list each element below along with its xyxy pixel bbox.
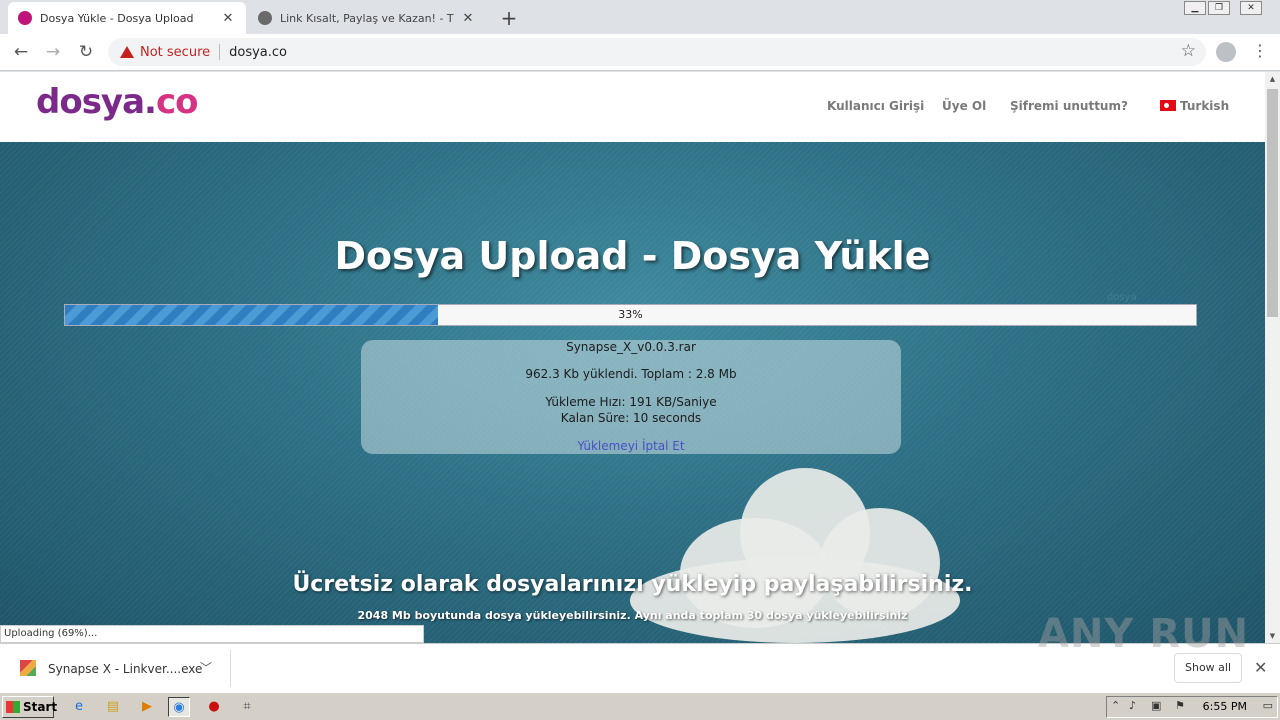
status-bubble: Uploading (69%)... [0, 625, 424, 643]
minimize-button[interactable]: ▁ [1184, 1, 1206, 15]
warning-icon [120, 46, 134, 58]
address-bar[interactable]: Not secure dosya.co ☆ [108, 38, 1206, 66]
upload-time-remaining: Kalan Süre: 10 seconds [560, 411, 702, 425]
chrome-icon[interactable]: ◉ [168, 697, 190, 717]
omnibox-divider [219, 44, 221, 60]
start-label: Start [23, 700, 58, 714]
show-all-button[interactable]: Show all [1174, 653, 1242, 683]
upload-speed: Yükleme Hızı: 191 KB/Saniye [545, 395, 717, 409]
corner-prefix: dosya [1107, 292, 1137, 303]
close-shelf-icon[interactable]: ✕ [1254, 658, 1267, 677]
site-logo[interactable]: dosya.co [36, 82, 199, 122]
globe-icon [258, 11, 272, 25]
forward-arrow-icon[interactable]: → [42, 41, 64, 63]
nav-forgot-password-link[interactable]: Şifremi unuttum? [1010, 99, 1128, 113]
scroll-up-icon[interactable]: ▲ [1265, 72, 1280, 86]
taskbar: Start e ▤ ▶ ◉ ● ⌗ ⌃ ♪ ▣ ⚑ 6:55 PM ▭ [0, 692, 1280, 720]
cancel-upload-link[interactable]: Yüklemeyi İptal Et [577, 439, 684, 453]
bookmark-star-icon[interactable]: ☆ [1181, 41, 1196, 61]
site-header: dosya.co Kullanıcı Girişi Üye Ol Şifremi… [0, 72, 1265, 142]
corner-link[interactable]: ............ [1140, 292, 1178, 303]
show-desktop-icon[interactable]: ▭ [1263, 699, 1273, 712]
tray-expand-icon[interactable]: ⌃ [1111, 699, 1120, 712]
upload-info-box: Synapse_X_v0.0.3.rar 962.3 Kb yüklendi. … [361, 340, 901, 454]
progress-percent: 33% [618, 308, 643, 321]
tab-dosya[interactable]: Dosya Yükle - Dosya Upload ✕ [8, 2, 246, 34]
nav-login-link[interactable]: Kullanıcı Girişi [827, 99, 924, 113]
language-selector[interactable]: Turkish [1160, 99, 1229, 113]
system-tray: ⌃ ♪ ▣ ⚑ 6:55 PM ▭ [1106, 696, 1278, 718]
turkey-flag-icon [1160, 100, 1176, 111]
profile-avatar-icon[interactable] [1216, 42, 1236, 62]
download-item-name[interactable]: Synapse X - Linkver....exe [48, 662, 202, 676]
hero-section: Dosya Upload - Dosya Yükle dosya .......… [0, 142, 1265, 643]
shelf-divider [230, 650, 231, 687]
start-button[interactable]: Start [2, 696, 58, 718]
language-label: Turkish [1180, 99, 1230, 113]
tab-title: Dosya Yükle - Dosya Upload [40, 11, 194, 25]
network-icon[interactable]: ▣ [1151, 699, 1161, 712]
security-label[interactable]: Not secure [140, 45, 210, 60]
explorer-folder-icon[interactable]: ▤ [102, 697, 124, 717]
page-scrollbar[interactable]: ▲ ▼ [1265, 72, 1280, 643]
download-shelf: ANY RUN Synapse X - Linkver....exe ﹀ Sho… [0, 611, 1280, 692]
logo-text: dosya. [36, 82, 157, 122]
nav-register-link[interactable]: Üye Ol [942, 99, 986, 113]
flag-icon[interactable]: ⚑ [1175, 699, 1185, 712]
page-content: dosya.co Kullanıcı Girişi Üye Ol Şifremi… [0, 72, 1265, 643]
scroll-down-icon[interactable]: ▼ [1265, 629, 1280, 643]
scroll-thumb[interactable] [1267, 89, 1278, 317]
reload-icon[interactable]: ↻ [75, 41, 97, 63]
close-window-button[interactable]: ✕ [1240, 1, 1262, 15]
url-text[interactable]: dosya.co [229, 45, 287, 60]
upload-filename: Synapse_X_v0.0.3.rar [566, 340, 696, 354]
app-icon[interactable]: ⌗ [236, 697, 258, 717]
volume-icon[interactable]: ♪ [1129, 699, 1136, 712]
chevron-down-icon[interactable]: ﹀ [200, 659, 212, 676]
ie-icon[interactable]: e [68, 697, 90, 717]
tab-strip: Dosya Yükle - Dosya Upload ✕ Link Kısalt… [0, 0, 1280, 34]
installer-file-icon [20, 660, 36, 676]
media-player-icon[interactable]: ▶ [136, 697, 158, 717]
logo-accent: co [155, 82, 199, 122]
tab-title: Link Kısalt, Paylaş ve Kazan! - TIK.LA [280, 11, 454, 25]
clock: 6:55 PM [1202, 700, 1247, 713]
close-tab-icon[interactable]: ✕ [460, 11, 476, 26]
back-arrow-icon[interactable]: ← [10, 41, 32, 63]
corner-text: dosya ............ [1107, 292, 1178, 303]
dosya-favicon-icon [18, 11, 32, 25]
menu-dots-icon[interactable]: ⋮ [1252, 41, 1268, 60]
browser-toolbar: ← → ↻ Not secure dosya.co ☆ ⋮ [0, 34, 1280, 71]
new-tab-button[interactable]: + [498, 6, 520, 30]
opera-icon[interactable]: ● [203, 697, 225, 717]
tab-tikla[interactable]: Link Kısalt, Paylaş ve Kazan! - TIK.LA ✕ [248, 2, 486, 34]
page-title: Dosya Upload - Dosya Yükle [334, 234, 931, 278]
windows-logo-icon [6, 701, 20, 713]
upload-size-status: 962.3 Kb yüklendi. Toplam : 2.8 Mb [525, 367, 737, 381]
close-tab-icon[interactable]: ✕ [220, 11, 236, 26]
tagline: Ücretsiz olarak dosyalarınızı yükleyip p… [292, 572, 973, 597]
anyrun-watermark: ANY RUN [1038, 611, 1250, 657]
restore-button[interactable]: ❐ [1208, 1, 1230, 15]
upload-progress-bar: 33% [64, 304, 1197, 326]
